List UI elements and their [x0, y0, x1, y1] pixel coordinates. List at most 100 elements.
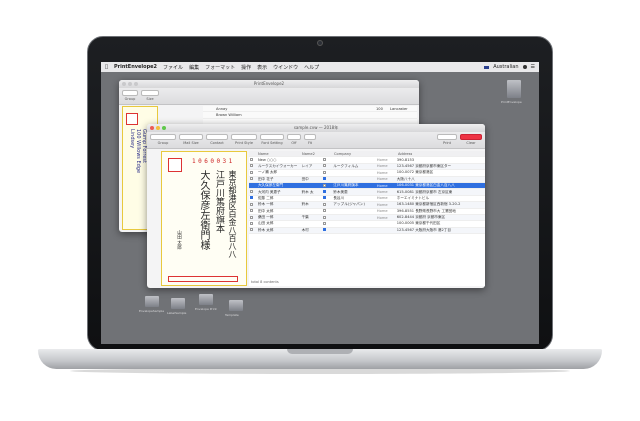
- row-flag-cell: [322, 215, 332, 220]
- column-name[interactable]: Name: [257, 152, 301, 156]
- row-flag-cell: [322, 209, 332, 213]
- font-setting-control[interactable]: Font Setting: [260, 134, 284, 145]
- row-company: 鈴木美恵: [333, 189, 348, 194]
- back-group-control[interactable]: Group: [122, 90, 138, 101]
- row-address: ホーエイミナトビル: [396, 195, 430, 200]
- group-control[interactable]: Group: [150, 134, 176, 145]
- row-flag-checkbox[interactable]: [323, 228, 327, 232]
- column-company[interactable]: Company: [333, 152, 377, 156]
- row-flag-cell: [322, 228, 332, 232]
- row-flag-cell: [322, 177, 332, 181]
- row-checkbox[interactable]: [250, 202, 253, 206]
- fit-control[interactable]: Fit: [304, 134, 316, 145]
- spotlight-icon[interactable]: [522, 65, 527, 69]
- row-flag-checkbox[interactable]: [323, 215, 327, 219]
- recipient-address: 東京都港区白金八百八八: [228, 170, 237, 258]
- row-name: 山田 太郎: [257, 221, 274, 226]
- row-flag-checkbox[interactable]: [323, 202, 327, 206]
- row-checkbox-cell: [249, 170, 257, 175]
- row-name: New ○○○: [257, 158, 277, 163]
- row-name: 大久保彦左衛門: [257, 183, 284, 188]
- row-checkbox[interactable]: [250, 170, 253, 174]
- minimize-icon[interactable]: [156, 126, 160, 130]
- menu-item-format[interactable]: フォーマット: [205, 64, 235, 71]
- column-name2[interactable]: Name2: [301, 152, 323, 156]
- menu-app-name[interactable]: PrintEnvelope2: [114, 64, 157, 70]
- close-icon[interactable]: [150, 126, 154, 130]
- row-flag-checkbox[interactable]: [323, 209, 327, 213]
- row-name: 鈴木 太郎: [257, 227, 274, 232]
- row-flag-checkbox[interactable]: [323, 177, 327, 181]
- row-checkbox[interactable]: [250, 177, 253, 181]
- sender-name: 山田 太郎: [176, 230, 182, 250]
- document-icon[interactable]: [145, 296, 159, 307]
- menu-item-file[interactable]: ファイル: [163, 64, 183, 71]
- stamp-box: [126, 113, 138, 125]
- print-button[interactable]: Print: [437, 134, 457, 145]
- drive-icon[interactable]: [507, 80, 521, 98]
- row-tag: Home: [376, 183, 388, 188]
- postal-code: 1060031: [192, 158, 235, 165]
- table-row[interactable]: 鈴木 太郎 木村 123-4567 大阪府大阪市 港2丁目: [249, 227, 485, 235]
- row-name: 鈴木 一郎: [257, 202, 274, 207]
- document-icon[interactable]: [171, 298, 185, 309]
- row-checkbox-cell: [249, 164, 257, 168]
- menu-icon[interactable]: ☰: [531, 64, 535, 70]
- row-checkbox[interactable]: [250, 158, 253, 162]
- row-flag-checkbox[interactable]: [323, 164, 327, 168]
- row-name2: 木村: [301, 227, 309, 232]
- row-flag-checkbox[interactable]: [323, 190, 327, 194]
- row-flag-cell: [322, 183, 332, 188]
- row-checkbox[interactable]: [250, 228, 253, 232]
- contact-control[interactable]: Contact: [206, 134, 228, 145]
- row-checkbox[interactable]: [250, 215, 253, 219]
- row-checkbox-cell: [249, 190, 257, 194]
- back-window-titlebar: PrintEnvelope2: [119, 80, 419, 88]
- row-checkbox[interactable]: [250, 196, 253, 200]
- clear-button[interactable]: Clear: [460, 134, 482, 145]
- apple-icon[interactable]: : [105, 64, 108, 70]
- zoom-icon[interactable]: [162, 126, 166, 130]
- document-icon[interactable]: [199, 294, 213, 305]
- row-address: 602-8444 京都府 京都市東区: [396, 215, 446, 220]
- row-flag-checkbox[interactable]: [323, 183, 327, 187]
- document-icon[interactable]: [229, 300, 243, 311]
- row-checkbox[interactable]: [250, 164, 253, 168]
- row-company: 江戸川篤府旗本: [333, 183, 359, 188]
- row-flag-checkbox[interactable]: [323, 196, 327, 200]
- back-size-control[interactable]: Size: [141, 90, 159, 101]
- row-name: 桑田 一郎: [257, 215, 274, 220]
- row-flag-checkbox[interactable]: [323, 221, 327, 225]
- menu-item-help[interactable]: ヘルプ: [304, 64, 319, 71]
- menu-item-edit[interactable]: 編集: [189, 64, 199, 71]
- row-checkbox-cell: [249, 209, 257, 213]
- row-name: 一ノ瀬 太郎: [257, 170, 278, 175]
- row-flag-checkbox[interactable]: [323, 170, 327, 174]
- row-tag: Home: [376, 190, 388, 195]
- menu-item-view[interactable]: 表示: [257, 64, 267, 71]
- zoom-icon[interactable]: [134, 82, 138, 86]
- row-checkbox[interactable]: [250, 190, 253, 194]
- envelope-preview: 1060031 東京都港区白金八百八八 江戸川篤府旗本 大久保彦左衛門様 山田 …: [161, 151, 247, 286]
- row-name2: 田中: [301, 176, 309, 181]
- input-source-status[interactable]: Australian: [493, 64, 518, 70]
- print-style-control[interactable]: Print Style: [231, 134, 257, 145]
- mail-size-control[interactable]: Mail Size: [179, 134, 203, 145]
- row-flag-checkbox[interactable]: [323, 158, 327, 162]
- row-checkbox[interactable]: [250, 209, 253, 213]
- close-icon[interactable]: [122, 82, 126, 86]
- row-name: 田中 花子: [257, 176, 274, 181]
- flag-icon[interactable]: [484, 65, 490, 69]
- main-window: sample.cvw — 2018年 Group Mail Size Conta…: [147, 124, 485, 288]
- column-address[interactable]: Address: [397, 152, 412, 156]
- row-address: 615-0081 京都府京都市 左京区東: [396, 189, 453, 194]
- row-checkbox[interactable]: [250, 183, 253, 187]
- minimize-icon[interactable]: [128, 82, 132, 86]
- table-row[interactable]: Brown William: [203, 112, 417, 119]
- menu-item-window[interactable]: ウインドウ: [273, 64, 298, 71]
- row-checkbox[interactable]: [250, 221, 253, 225]
- off-control[interactable]: Off: [287, 134, 301, 145]
- menu-item-operation[interactable]: 操作: [241, 64, 251, 71]
- main-toolbar: Group Mail Size Contact Print Style Font…: [147, 132, 485, 149]
- row-flag-cell: [322, 164, 332, 168]
